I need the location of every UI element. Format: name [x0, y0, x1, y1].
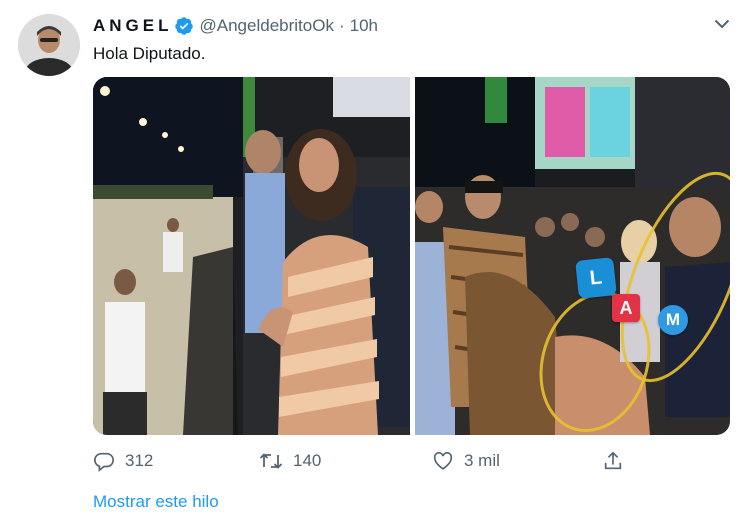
- retweet-count: 140: [293, 451, 322, 470]
- retweet-icon: [259, 453, 283, 469]
- verified-icon: [174, 16, 194, 36]
- avatar[interactable]: [18, 14, 80, 76]
- heart-icon: [433, 452, 453, 470]
- reply-button[interactable]: 312: [93, 448, 153, 474]
- share-button[interactable]: [602, 448, 634, 474]
- badge-m: M: [658, 305, 688, 335]
- like-count: 3 mil: [464, 451, 500, 470]
- photo-stadium-woman[interactable]: [93, 77, 410, 435]
- chevron-down-icon[interactable]: [712, 16, 732, 32]
- separator-dot: ·: [338, 16, 345, 35]
- media-grid: L A M: [93, 77, 730, 435]
- author-name[interactable]: ANGEL: [93, 16, 173, 36]
- badge-a: A: [612, 294, 640, 322]
- tweet[interactable]: ANGEL @AngeldebritoOk · 10h Hola Diputad…: [0, 0, 750, 523]
- reply-count: 312: [125, 451, 154, 470]
- tweet-actions: 312 140 3 mil: [93, 448, 730, 474]
- retweet-button[interactable]: 140: [259, 448, 321, 474]
- show-thread-link[interactable]: Mostrar este hilo: [93, 492, 219, 512]
- tweet-header: ANGEL @AngeldebritoOk · 10h: [93, 14, 378, 38]
- badge-l: L: [575, 257, 617, 299]
- tweet-text: Hola Diputado.: [93, 44, 206, 63]
- photo-crowd-circled[interactable]: L A M: [415, 77, 730, 435]
- author-handle[interactable]: @AngeldebritoOk: [200, 16, 334, 36]
- like-button[interactable]: 3 mil: [432, 448, 500, 474]
- share-icon: [604, 451, 622, 470]
- reply-icon: [94, 452, 114, 472]
- tweet-timestamp[interactable]: 10h: [350, 16, 378, 36]
